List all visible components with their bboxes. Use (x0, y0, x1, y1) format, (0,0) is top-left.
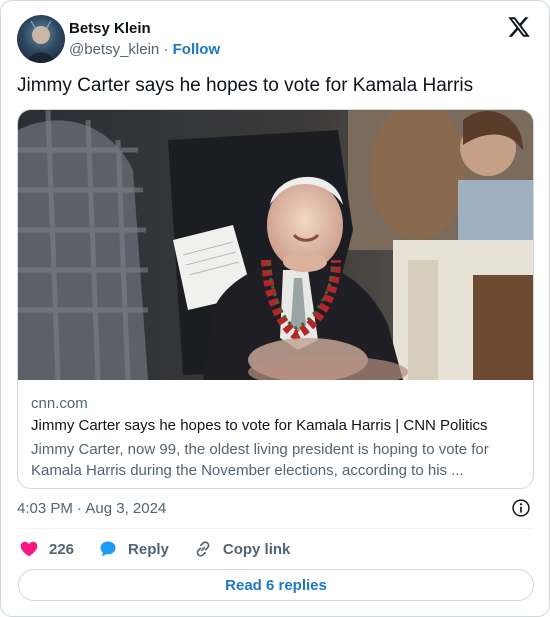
reply-button[interactable]: Reply (98, 539, 169, 559)
speech-bubble-icon (100, 541, 116, 557)
x-logo-icon[interactable] (507, 15, 531, 39)
divider (17, 528, 533, 529)
tweet-embed: Betsy Klein @betsy_klein · Follow Jimmy … (0, 0, 550, 617)
read-replies-label: Read 6 replies (225, 576, 327, 594)
separator-dot: · (163, 41, 169, 58)
reply-label: Reply (128, 540, 169, 558)
heart-icon (20, 541, 38, 557)
tweet-timestamp[interactable]: 4:03 PM · Aug 3, 2024 (17, 499, 166, 519)
copy-link-label: Copy link (222, 540, 291, 558)
card-image[interactable] (18, 110, 534, 380)
like-button[interactable]: 226 (19, 539, 74, 559)
author-handle[interactable]: @betsy_klein (69, 41, 159, 58)
avatar[interactable] (17, 15, 65, 63)
link-icon (196, 541, 210, 557)
author-info: Betsy Klein @betsy_klein · Follow (69, 19, 220, 59)
card-description: Jimmy Carter, now 99, the oldest living … (31, 441, 489, 479)
action-bar: 226 Reply Copy link (19, 537, 314, 561)
follow-button[interactable]: Follow (173, 41, 221, 58)
card-title: Jimmy Carter says he hopes to vote for K… (31, 417, 488, 434)
info-icon[interactable] (511, 498, 531, 518)
card-meta: cnn.com Jimmy Carter says he hopes to vo… (31, 394, 521, 481)
link-card[interactable]: cnn.com Jimmy Carter says he hopes to vo… (17, 109, 534, 489)
author-name[interactable]: Betsy Klein (69, 19, 220, 38)
likes-count: 226 (49, 540, 75, 558)
read-replies-button[interactable]: Read 6 replies (18, 569, 534, 601)
tweet-text: Jimmy Carter says he hopes to vote for K… (17, 75, 474, 96)
author-handle-line: @betsy_klein · Follow (69, 40, 220, 59)
card-domain: cnn.com (31, 395, 88, 412)
tweet-header: Betsy Klein @betsy_klein · Follow (17, 13, 535, 65)
copy-link-button[interactable]: Copy link (193, 539, 291, 559)
